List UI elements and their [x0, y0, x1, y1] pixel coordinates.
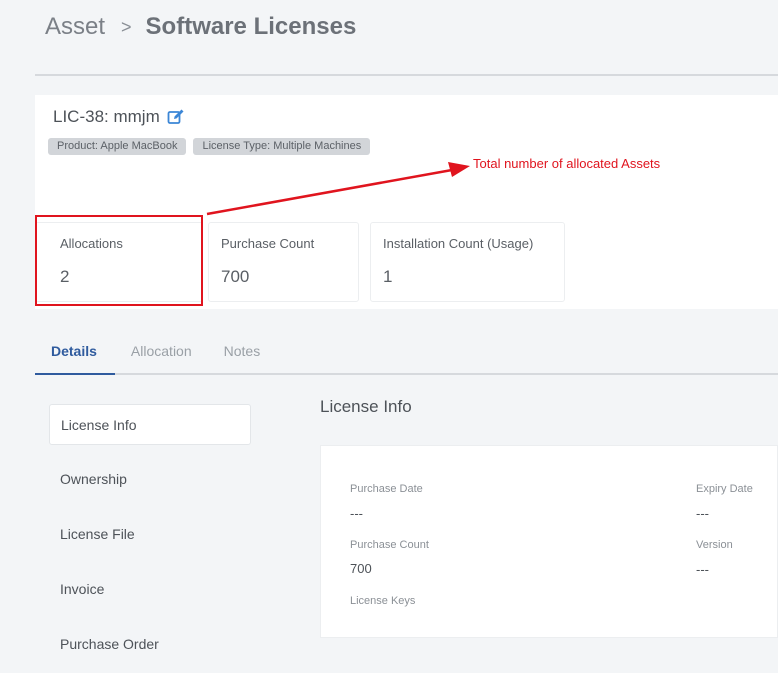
purchase-date-label: Purchase Date — [350, 483, 423, 495]
sidebar-item-license-file[interactable]: License File — [49, 514, 251, 555]
sidebar-item-label: License Info — [61, 417, 137, 433]
stat-value: 1 — [383, 267, 393, 286]
tab-allocation[interactable]: Allocation — [131, 336, 192, 373]
license-keys-label: License Keys — [350, 595, 416, 607]
purchase-count-label: Purchase Count — [350, 539, 429, 551]
annotation-highlight-box — [35, 215, 203, 306]
annotation-label: Total number of allocated Assets — [473, 156, 661, 171]
edit-icon[interactable] — [167, 108, 185, 126]
stat-purchase-count[interactable]: Purchase Count 700 — [208, 222, 359, 302]
license-title: LIC-38: mmjm — [53, 105, 185, 129]
product-tag: Product: Apple MacBook — [48, 138, 187, 155]
breadcrumb-separator: > — [121, 16, 132, 37]
sidebar-item-invoice[interactable]: Invoice — [49, 569, 251, 610]
version-value: --- — [696, 562, 709, 577]
sidebar-item-license-info[interactable]: License Info — [49, 404, 251, 445]
sidebar-item-label: Ownership — [60, 471, 127, 487]
breadcrumb-asset-link[interactable]: Asset — [45, 13, 105, 41]
expiry-date-label: Expiry Date — [696, 483, 753, 495]
sidebar-item-label: Purchase Order — [60, 636, 159, 652]
page-title: Software Licenses — [145, 13, 357, 40]
detail-tabs: Details Allocation Notes — [35, 336, 778, 375]
tab-details[interactable]: Details — [35, 336, 115, 375]
license-tags: Product: Apple MacBook License Type: Mul… — [48, 138, 371, 155]
sidebar-item-label: License File — [60, 526, 135, 542]
breadcrumb: Asset > Software Licenses — [45, 10, 356, 44]
expiry-date-value: --- — [696, 506, 709, 521]
stat-installation-count[interactable]: Installation Count (Usage) 1 — [370, 222, 565, 302]
license-title-text: LIC-38: mmjm — [53, 107, 160, 126]
sidebar-item-purchase-order[interactable]: Purchase Order — [49, 624, 251, 665]
stat-label: Installation Count (Usage) — [383, 236, 534, 251]
stat-value: 700 — [221, 267, 250, 286]
sidebar-item-label: Invoice — [60, 581, 105, 597]
license-type-tag: License Type: Multiple Machines — [193, 138, 371, 155]
purchase-count-value: 700 — [350, 561, 372, 576]
license-info-card: Purchase Date --- Expiry Date --- Purcha… — [320, 445, 778, 638]
sidebar-item-ownership[interactable]: Ownership — [49, 459, 251, 500]
tab-notes[interactable]: Notes — [224, 336, 261, 373]
version-label: Version — [696, 539, 733, 551]
stat-label: Purchase Count — [221, 236, 315, 251]
header-divider — [35, 74, 778, 76]
purchase-date-value: --- — [350, 506, 363, 521]
license-info-title: License Info — [320, 397, 412, 416]
